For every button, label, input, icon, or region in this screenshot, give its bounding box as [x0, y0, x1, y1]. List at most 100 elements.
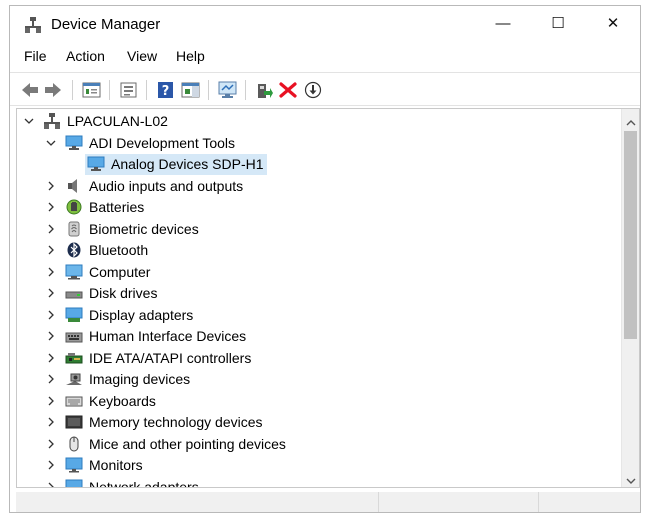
computer-network-icon — [43, 113, 61, 129]
camera-icon — [65, 371, 83, 387]
tree-node-label: ADI Development Tools — [89, 135, 236, 151]
scroll-down-arrow-icon[interactable] — [625, 473, 637, 484]
chevron-right-icon[interactable] — [45, 200, 57, 214]
menu-file[interactable]: File — [24, 48, 47, 64]
tree-node-display-adapters[interactable]: Display adapters — [17, 305, 621, 326]
bluetooth-icon — [65, 242, 83, 258]
chevron-right-icon[interactable] — [45, 308, 57, 322]
update-driver-icon[interactable] — [254, 81, 274, 99]
properties-icon[interactable] — [82, 81, 102, 99]
scrollbar-thumb[interactable] — [624, 131, 637, 339]
tree-node-label: Disk drives — [89, 285, 158, 301]
menu-bar: File Action View Help — [10, 44, 640, 70]
maximize-button[interactable]: ☐ — [535, 6, 581, 42]
network-adapter-icon — [65, 479, 83, 487]
toolbar-separator — [109, 80, 110, 100]
chevron-right-icon[interactable] — [45, 265, 57, 279]
tree-node-ide-ata-atapi-controllers[interactable]: IDE ATA/ATAPI controllers — [17, 348, 621, 369]
close-button[interactable]: ✕ — [590, 6, 636, 42]
menu-action[interactable]: Action — [66, 48, 105, 64]
chevron-right-icon[interactable] — [45, 351, 57, 365]
chevron-down-icon[interactable] — [23, 114, 35, 128]
chevron-right-icon[interactable] — [45, 243, 57, 257]
tree-node-label: Monitors — [89, 457, 143, 473]
tree-node-batteries[interactable]: Batteries — [17, 197, 621, 218]
tree-node-imaging-devices[interactable]: Imaging devices — [17, 369, 621, 390]
tree-node-label: Batteries — [89, 199, 145, 215]
title-bar: Device Manager — ☐ ✕ — [10, 6, 640, 44]
toolbar-separator — [245, 80, 246, 100]
monitor-icon — [65, 135, 83, 151]
device-manager-window: Device Manager — ☐ ✕ File Action View He… — [9, 5, 641, 513]
status-pane — [538, 492, 641, 512]
tree-node-biometric-devices[interactable]: Biometric devices — [17, 219, 621, 240]
chevron-right-icon[interactable] — [45, 458, 57, 472]
menu-view[interactable]: View — [127, 48, 157, 64]
disk-drive-icon — [65, 285, 83, 301]
tree-node-label: Memory technology devices — [89, 414, 263, 430]
show-hidden-icon[interactable] — [119, 81, 139, 99]
memory-card-icon — [65, 414, 83, 430]
chevron-right-icon[interactable] — [45, 179, 57, 193]
tree-node-adi-development-tools[interactable]: ADI Development Tools — [17, 133, 621, 154]
speaker-icon — [65, 178, 83, 194]
tree-node-label: Computer — [89, 264, 151, 280]
tree-node-label: Audio inputs and outputs — [89, 178, 244, 194]
tree-node-label: Bluetooth — [89, 242, 149, 258]
status-bar — [16, 492, 640, 512]
tree-node-human-interface-devices[interactable]: Human Interface Devices — [17, 326, 621, 347]
tree-node-label: Imaging devices — [89, 371, 191, 387]
tree-node-keyboards[interactable]: Keyboards — [17, 391, 621, 412]
back-arrow-icon[interactable] — [20, 81, 40, 99]
toolbar-separator — [208, 80, 209, 100]
tree-node-bluetooth[interactable]: Bluetooth — [17, 240, 621, 261]
chevron-right-icon[interactable] — [45, 415, 57, 429]
chevron-right-icon[interactable] — [45, 222, 57, 236]
svg-text:?: ? — [162, 84, 170, 99]
tree-node-network-adapters[interactable]: Network adapters — [17, 477, 621, 488]
uninstall-device-icon[interactable] — [278, 81, 298, 99]
tree-node-audio-inputs-and-outputs[interactable]: Audio inputs and outputs — [17, 176, 621, 197]
tree-node-mice-and-other-pointing-devices[interactable]: Mice and other pointing devices — [17, 434, 621, 455]
tree-node-disk-drives[interactable]: Disk drives — [17, 283, 621, 304]
tree-node-label: Network adapters — [89, 479, 199, 488]
tree-node-label: Keyboards — [89, 393, 156, 409]
fingerprint-icon — [65, 221, 83, 237]
menu-help[interactable]: Help — [176, 48, 205, 64]
status-pane — [378, 492, 539, 512]
help-icon[interactable]: ? — [156, 81, 176, 99]
tree-node-label: Mice and other pointing devices — [89, 436, 286, 452]
scan-hardware-icon[interactable] — [218, 81, 238, 99]
chevron-right-icon[interactable] — [45, 480, 57, 487]
display-adapter-icon — [65, 307, 83, 323]
scroll-up-arrow-icon[interactable] — [625, 115, 637, 126]
disable-device-icon[interactable] — [303, 81, 323, 99]
chevron-down-icon[interactable] — [45, 136, 57, 150]
action-pane-icon[interactable] — [181, 81, 201, 99]
computer-icon — [65, 264, 83, 280]
tree-node-memory-technology-devices[interactable]: Memory technology devices — [17, 412, 621, 433]
tree-root-label: LPACULAN-L02 — [67, 113, 168, 129]
tree-node-label: Human Interface Devices — [89, 328, 247, 344]
tree-node-analog-devices-sdp-h1[interactable]: Analog Devices SDP-H1 — [17, 154, 621, 175]
window-title: Device Manager — [51, 16, 161, 33]
chevron-right-icon[interactable] — [45, 394, 57, 408]
tree-node-monitors[interactable]: Monitors — [17, 455, 621, 476]
device-tree[interactable]: LPACULAN-L02 ADI Development Tools Analo… — [16, 108, 640, 488]
tree-root[interactable]: LPACULAN-L02 — [17, 111, 621, 132]
chevron-right-icon[interactable] — [45, 286, 57, 300]
toolbar: ? — [10, 72, 640, 106]
tree-node-computer[interactable]: Computer — [17, 262, 621, 283]
chevron-right-icon[interactable] — [45, 329, 57, 343]
toolbar-separator — [72, 80, 73, 100]
minimize-button[interactable]: — — [480, 6, 526, 42]
mouse-icon — [65, 436, 83, 452]
ide-controller-icon — [65, 350, 83, 366]
tree-node-label: Display adapters — [89, 307, 194, 323]
hid-icon — [65, 328, 83, 344]
vertical-scrollbar[interactable] — [621, 109, 639, 487]
forward-arrow-icon[interactable] — [43, 81, 63, 99]
chevron-right-icon[interactable] — [45, 372, 57, 386]
battery-icon — [65, 199, 83, 215]
chevron-right-icon[interactable] — [45, 437, 57, 451]
